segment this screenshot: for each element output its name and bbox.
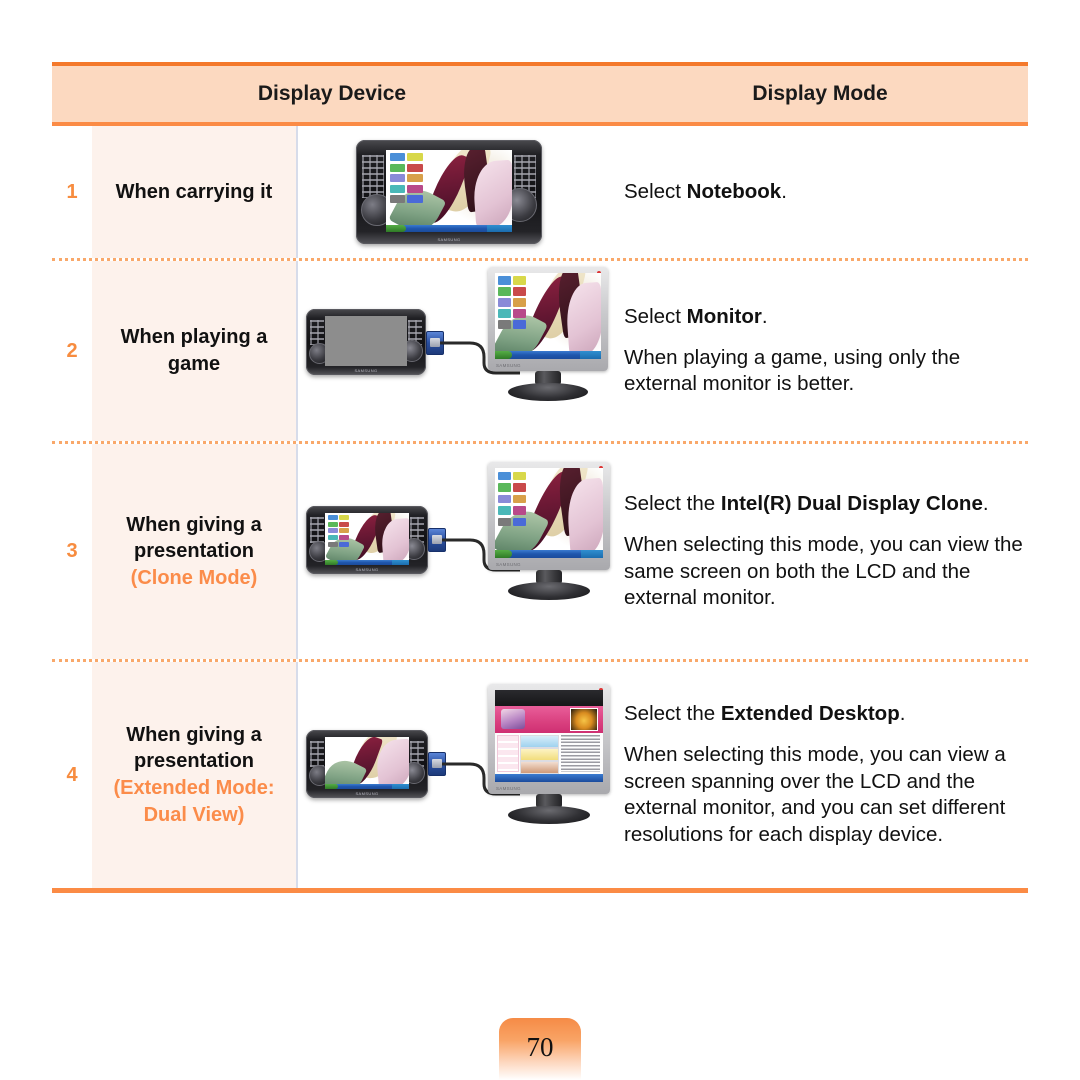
description-suffix: . (899, 702, 906, 726)
row-label-cell: When giving a presentation (Clone Mode) (92, 444, 298, 659)
monitor-wallpaper (495, 468, 603, 558)
taskbar (325, 560, 409, 565)
device-brand-label: SAMSUNG (355, 567, 379, 572)
vga-connector-icon (426, 331, 444, 355)
description-prefix: Select the (624, 702, 721, 726)
row-illustration: SAMSUNG (298, 261, 610, 441)
row-description: Select Monitor. When playing a game, usi… (610, 261, 1028, 441)
monitor-brand-label: SAMSUNG (496, 786, 521, 791)
row-label-line: presentation (133, 750, 255, 773)
table-header-row: Display Device Display Mode (52, 62, 1028, 126)
vga-connector-icon (428, 752, 446, 776)
description-bold-term: Extended Desktop (720, 702, 900, 726)
umpc-blank-to-monitor-scene: SAMSUNG SAMSUNG (304, 261, 608, 441)
description-suffix: . (781, 179, 787, 203)
description-suffix: . (982, 492, 989, 516)
row-number: 3 (52, 444, 92, 659)
monitor-webpage-content (495, 690, 603, 782)
umpc-device-icon: SAMSUNG (356, 140, 542, 244)
row-label-line: game (167, 353, 221, 375)
row-number: 1 (52, 126, 92, 258)
umpc-extended-to-monitor-scene: SAMSUNG SAMSUNG (304, 662, 610, 888)
taskbar (495, 773, 603, 782)
vga-connector-icon (428, 528, 446, 552)
row-label-line: When carrying it (115, 180, 273, 203)
table-row: 4 When giving a presentation (Extended M… (52, 662, 1028, 888)
umpc-clone-to-monitor-scene: SAMSUNG SAMSUNG (304, 444, 610, 659)
umpc-device-icon: SAMSUNG (306, 506, 428, 574)
row-illustration: SAMSUNG (298, 662, 610, 888)
table-row: 2 When playing a game SAMSUNG SAMSUNG Se… (52, 261, 1028, 441)
row-label-cell: When playing a game (92, 261, 298, 441)
device-brand-label: SAMSUNG (355, 791, 379, 796)
description-secondary: When selecting this mode, you can view t… (624, 532, 1023, 610)
row-number: 4 (52, 662, 92, 888)
table-row: 1 When carrying it SAMSUNG Select Notebo… (52, 126, 1028, 258)
monitor-wallpaper (495, 273, 601, 359)
description-secondary: When playing a game, using only the exte… (624, 345, 961, 396)
table-body: 1 When carrying it SAMSUNG Select Notebo… (52, 126, 1028, 893)
row-label-line: presentation (133, 540, 255, 563)
manual-page: Display Device Display Mode 1 When carry… (0, 0, 1080, 1080)
desktop-wallpaper (386, 150, 512, 232)
umpc-screen-blank (325, 316, 407, 366)
taskbar (325, 784, 409, 789)
description-prefix: Select the (624, 492, 721, 516)
desktop-wallpaper (325, 737, 409, 789)
description-primary: Select the Extended Desktop. (624, 701, 1028, 728)
umpc-device-icon: SAMSUNG (306, 309, 426, 375)
description-prefix: Select (624, 305, 687, 329)
desktop-icons (327, 515, 350, 557)
taskbar (495, 549, 603, 558)
desktop-icons (498, 471, 527, 544)
device-brand-label: SAMSUNG (354, 368, 378, 373)
umpc-device-icon: SAMSUNG (306, 730, 428, 798)
display-mode-table: Display Device Display Mode 1 When carry… (52, 62, 1028, 893)
row-label-line: When giving a (126, 513, 262, 536)
table-row: 3 When giving a presentation (Clone Mode… (52, 444, 1028, 659)
desktop-wallpaper (325, 513, 409, 565)
row-description: Select the Extended Desktop. When select… (610, 662, 1028, 888)
row-label-cell: When giving a presentation (Extended Mod… (92, 662, 298, 888)
description-suffix: . (761, 305, 768, 329)
umpc-tablet-only-scene: SAMSUNG (304, 126, 604, 258)
description-primary: Select Monitor. (624, 304, 1028, 331)
external-monitor-icon: SAMSUNG (488, 684, 610, 824)
description-prefix: Select (624, 179, 687, 203)
taskbar (495, 351, 601, 359)
row-label-line: When giving a (126, 723, 262, 746)
row-illustration: SAMSUNG (298, 444, 610, 659)
row-illustration: SAMSUNG (298, 126, 610, 258)
monitor-brand-label: SAMSUNG (496, 363, 521, 368)
row-label-accent: (Extended Mode: Dual View) (113, 777, 275, 826)
desktop-icons (498, 276, 526, 345)
page-number: 70 (526, 1032, 554, 1062)
column-header-display-mode: Display Mode (752, 82, 888, 105)
description-bold-term: Intel(R) Dual Display Clone (720, 492, 983, 516)
description-primary: Select Notebook. (624, 179, 1028, 206)
external-monitor-icon: SAMSUNG (488, 267, 608, 401)
device-brand-label: SAMSUNG (437, 237, 461, 242)
row-description: Select the Intel(R) Dual Display Clone. … (610, 444, 1028, 659)
taskbar (386, 224, 512, 232)
row-label-cell: When carrying it (92, 126, 298, 258)
row-label-line: When playing a (120, 326, 268, 349)
row-number: 2 (52, 261, 92, 441)
description-bold-term: Notebook (686, 179, 782, 203)
monitor-brand-label: SAMSUNG (496, 562, 521, 567)
description-primary: Select the Intel(R) Dual Display Clone. (624, 491, 1028, 518)
row-label-accent: (Clone Mode) (130, 566, 258, 589)
page-number-badge: 70 (499, 1018, 581, 1080)
row-description: Select Notebook. (610, 126, 1028, 258)
description-secondary: When selecting this mode, you can view a… (624, 743, 1006, 846)
description-bold-term: Monitor (686, 305, 762, 329)
desktop-icons (389, 153, 423, 219)
column-header-display-device: Display Device (257, 82, 407, 105)
external-monitor-icon: SAMSUNG (488, 462, 610, 600)
